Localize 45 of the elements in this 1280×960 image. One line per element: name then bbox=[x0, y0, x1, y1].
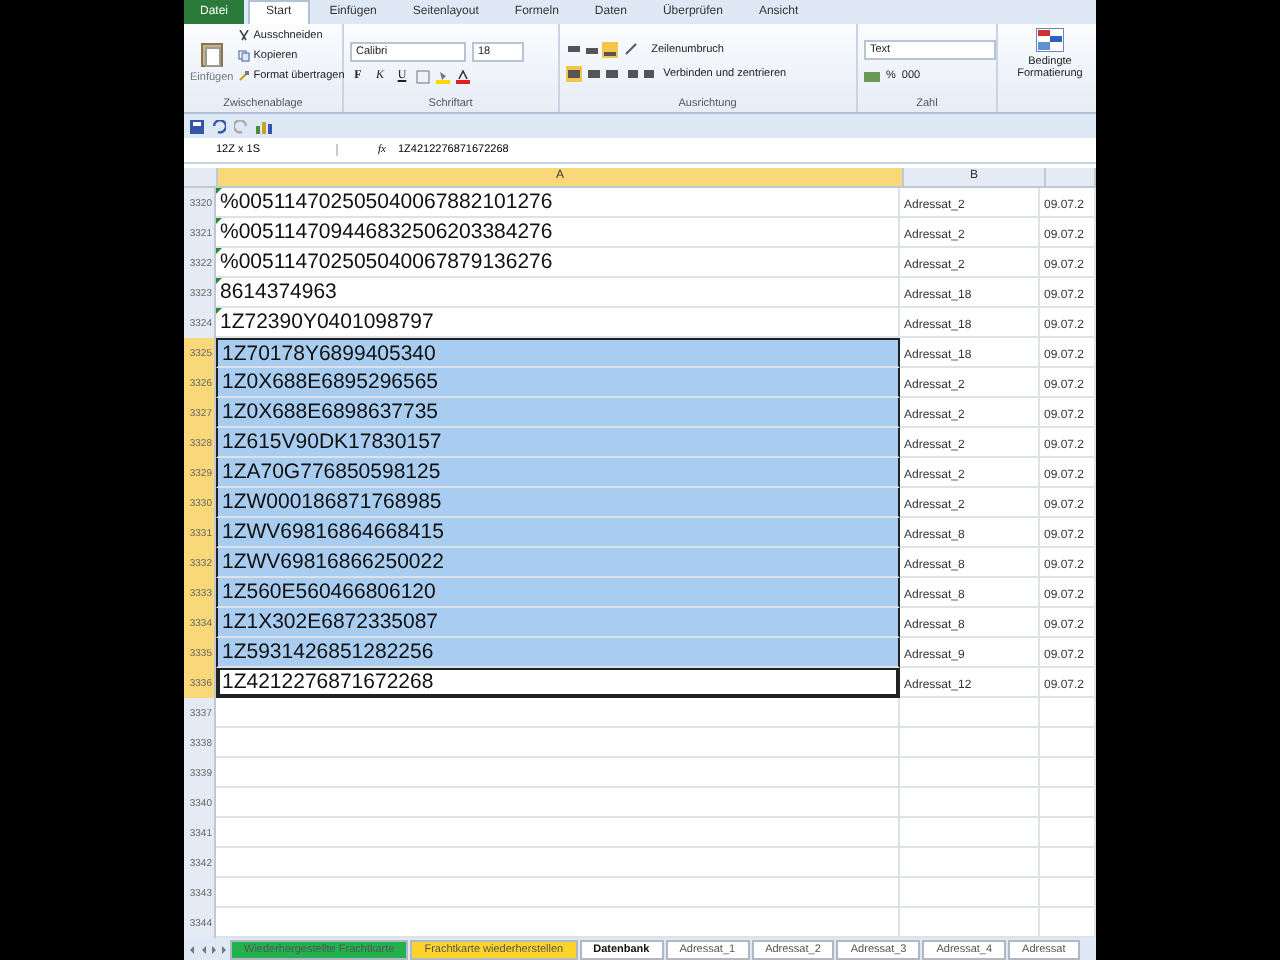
table-cell: 8614374963 bbox=[216, 278, 900, 308]
table-cell bbox=[1040, 788, 1096, 818]
table-cell: %005114702505040067879136276 bbox=[216, 248, 900, 278]
align-icons-drawing bbox=[565, 66, 658, 82]
table-cell: 1Z1X302E6872335087 bbox=[216, 608, 900, 638]
table-cell: 1Z615V90DK17830157 bbox=[216, 428, 900, 458]
table-cell bbox=[900, 818, 1040, 848]
sheet-nav-icon[interactable] bbox=[188, 943, 228, 955]
table-cell bbox=[1040, 878, 1096, 908]
table-cell: 1Z5931426851282256 bbox=[216, 638, 900, 668]
table-cell: 1ZWV69816866250022 bbox=[216, 548, 900, 578]
table-cell bbox=[900, 758, 1040, 788]
table-cell bbox=[900, 698, 1040, 728]
copy-icon bbox=[237, 50, 250, 62]
table-cell bbox=[1040, 728, 1096, 758]
undo-icon[interactable] bbox=[212, 119, 226, 133]
table-cell: 1ZA70G776850598125 bbox=[216, 458, 900, 488]
table-grid-icon bbox=[1036, 28, 1064, 52]
border-icon bbox=[416, 69, 430, 83]
clipboard-icon bbox=[199, 40, 224, 68]
table-cell bbox=[900, 728, 1040, 758]
table-cell bbox=[900, 878, 1040, 908]
redo-icon[interactable] bbox=[234, 119, 248, 133]
table-cell bbox=[900, 848, 1040, 878]
table-cell bbox=[1040, 698, 1096, 728]
table-cell: 1ZW000186871768985 bbox=[216, 488, 900, 518]
table-cell bbox=[1040, 818, 1096, 848]
table-cell bbox=[1040, 848, 1096, 878]
table-cell: 1Z0X688E6898637735 bbox=[216, 398, 900, 428]
table-cell: 1Z4212276871672268 bbox=[216, 668, 900, 698]
save-icon[interactable] bbox=[190, 119, 204, 133]
chart-icon[interactable] bbox=[256, 119, 272, 133]
currency-icon bbox=[864, 69, 880, 83]
fill-color-icon bbox=[436, 69, 450, 83]
table-cell: 1Z0X688E6895296565 bbox=[216, 368, 900, 398]
table-cell: 1ZWV69816864668415 bbox=[216, 518, 900, 548]
brush-icon bbox=[237, 70, 250, 82]
table-cell bbox=[1040, 758, 1096, 788]
table-cell: %005114709446832506203384276 bbox=[216, 218, 900, 248]
scissors-icon bbox=[237, 30, 250, 42]
table-cell: 1Z70178Y6899405340 bbox=[216, 338, 900, 368]
table-cell: %005114702505040067882101276 bbox=[216, 188, 900, 218]
table-cell: 1Z560E560466806120 bbox=[216, 578, 900, 608]
table-cell bbox=[900, 788, 1040, 818]
font-color-icon bbox=[456, 69, 470, 83]
